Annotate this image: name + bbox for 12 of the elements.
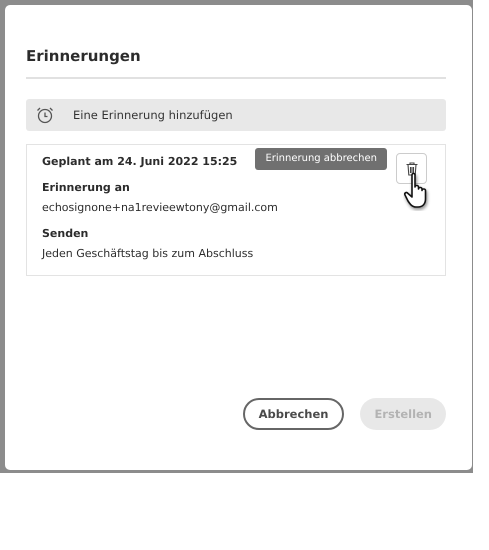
trash-icon [404,160,420,176]
send-label: Senden [42,226,88,242]
delete-button[interactable] [396,153,427,184]
dialog-title: Erinnerungen [26,47,142,65]
scheduled-date: Geplant am 24. Juni 2022 15:25 [42,154,238,170]
send-schedule: Jeden Geschäftstag bis zum Abschluss [42,246,254,262]
add-reminder-button[interactable]: Eine Erinnerung hinzufügen [26,99,446,131]
tooltip: Erinnerung abbrechen [255,148,387,170]
alarm-clock-icon [35,105,55,125]
recipient-email: echosignone+na1revieewtony@gmail.com [42,200,278,216]
recipient-label: Erinnerung an [42,180,130,196]
cancel-button[interactable]: Abbrechen [242,398,344,430]
